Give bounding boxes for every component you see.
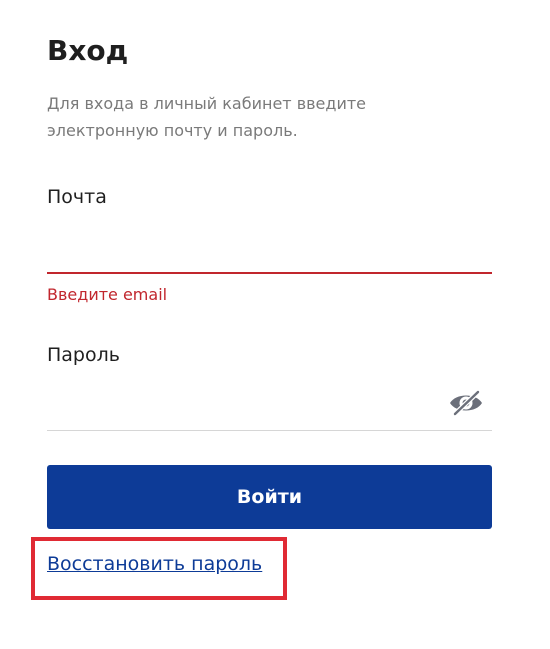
email-field[interactable] [47, 230, 492, 274]
show-password-toggle[interactable] [447, 388, 485, 418]
password-field[interactable] [47, 388, 442, 430]
password-field-underline [47, 430, 492, 431]
login-button[interactable]: Войти [47, 465, 492, 529]
password-label: Пароль [47, 344, 120, 366]
page-subtitle: Для входа в личный кабинет введите элект… [47, 94, 367, 140]
restore-password-link[interactable]: Восстановить пароль [47, 551, 262, 577]
page-title: Вход [47, 34, 129, 67]
email-label: Почта [47, 186, 107, 208]
email-error-message: Введите email [47, 285, 168, 304]
eye-slash-icon [450, 389, 482, 417]
